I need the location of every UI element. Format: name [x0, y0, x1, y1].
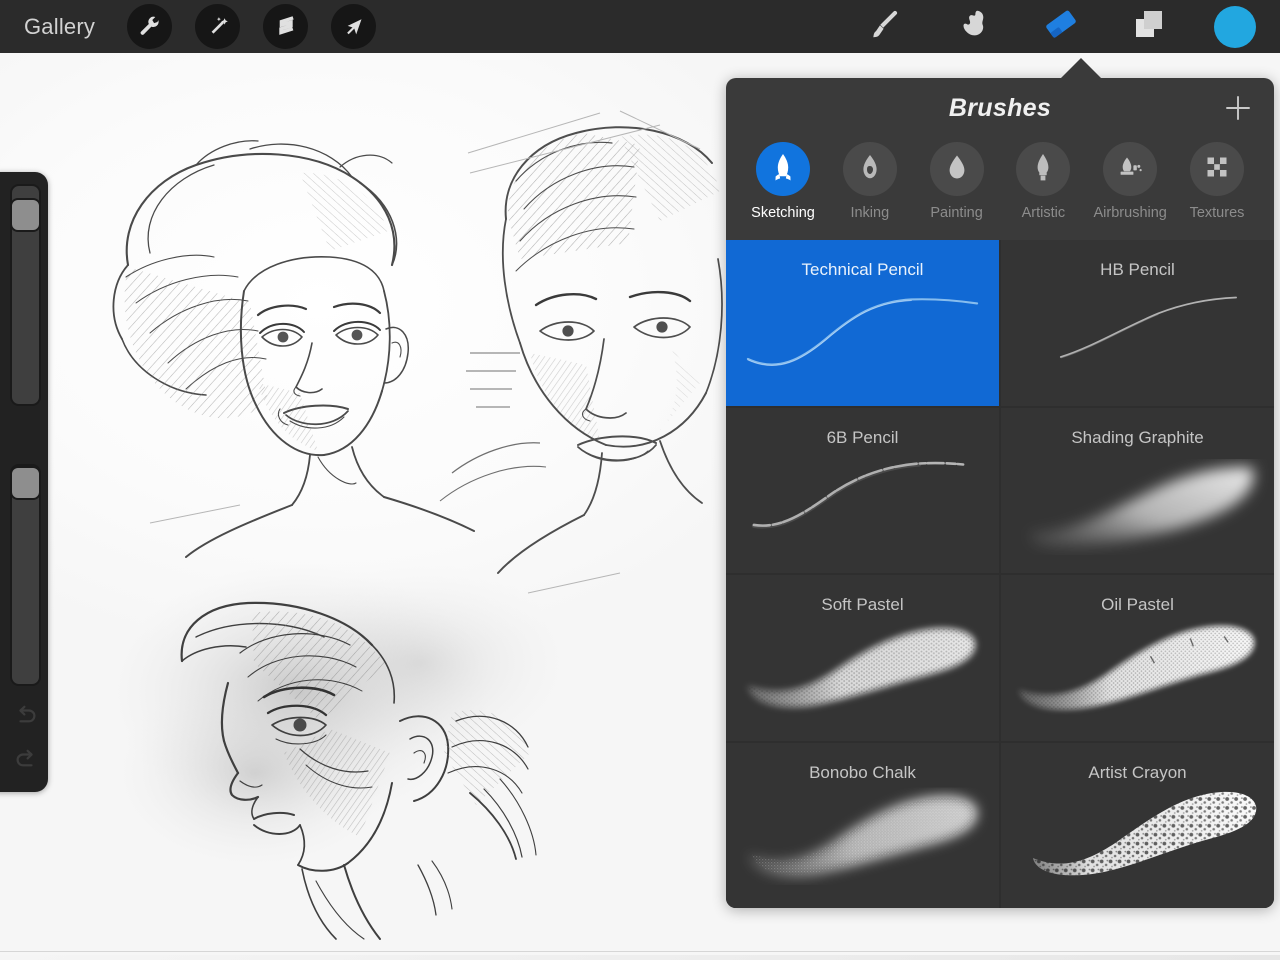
panel-title: Brushes: [949, 94, 1051, 123]
redo-button[interactable]: [10, 744, 42, 780]
right-tool-group: [862, 4, 1256, 50]
brush-stroke-preview: [1001, 408, 1274, 574]
adjustments-wand-icon: [206, 15, 230, 39]
category-tab-artistic[interactable]: Artistic: [1004, 142, 1082, 238]
brush-item-technical-pencil[interactable]: Technical Pencil: [726, 240, 999, 406]
category-label: Painting: [930, 205, 982, 221]
category-icon-wrap: [1103, 142, 1157, 196]
brush-stroke-preview: [726, 575, 999, 741]
layers-button[interactable]: [1126, 4, 1172, 50]
category-tab-painting[interactable]: Painting: [918, 142, 996, 238]
textures-squares-icon: [1204, 154, 1230, 185]
brush-list: Technical Pencil HB Pencil: [726, 240, 1274, 908]
selection-s-icon: [275, 15, 297, 39]
smudge-icon: [953, 4, 993, 49]
brush-item-soft-pastel[interactable]: Soft Pastel: [726, 575, 999, 741]
category-icon-wrap: [756, 142, 810, 196]
category-tab-sketching[interactable]: Sketching: [744, 142, 822, 238]
sketching-nib-icon: [770, 152, 796, 187]
brush-item-shading-graphite[interactable]: Shading Graphite: [1001, 408, 1274, 574]
undo-button[interactable]: [10, 700, 42, 736]
smudge-button[interactable]: [950, 4, 996, 50]
category-tab-textures[interactable]: Textures: [1178, 142, 1256, 238]
gallery-button[interactable]: Gallery: [24, 14, 95, 40]
color-swatch-button[interactable]: [1214, 6, 1256, 48]
brush-stroke-preview: [1001, 240, 1274, 406]
transform-button[interactable]: [331, 4, 376, 49]
paint-brush-icon: [865, 4, 905, 49]
category-label: Artistic: [1022, 205, 1066, 221]
redo-icon: [13, 749, 39, 776]
airbrush-icon: [1116, 153, 1144, 186]
opacity-slider[interactable]: [10, 464, 41, 686]
inking-nib-icon: [859, 153, 881, 186]
brush-stroke-preview: [726, 240, 999, 406]
eraser-button[interactable]: [1038, 4, 1084, 50]
canvas-edge-line: [0, 951, 1280, 952]
add-brush-button[interactable]: [1220, 92, 1256, 128]
top-toolbar: Gallery: [0, 0, 1280, 53]
brush-stroke-preview: [1001, 575, 1274, 741]
brush-item-6b-pencil[interactable]: 6B Pencil: [726, 408, 999, 574]
category-label: Airbrushing: [1094, 205, 1167, 221]
brush-size-thumb[interactable]: [10, 198, 41, 232]
brush-size-slider[interactable]: [10, 184, 41, 406]
left-sidebar: [0, 172, 48, 792]
brush-item-oil-pastel[interactable]: Oil Pastel: [1001, 575, 1274, 741]
layers-icon: [1129, 4, 1169, 49]
procreate-app: Gallery: [0, 0, 1280, 960]
category-icon-wrap: [1016, 142, 1070, 196]
category-tab-airbrushing[interactable]: Airbrushing: [1091, 142, 1169, 238]
brush-stroke-preview: [1001, 743, 1274, 909]
selection-button[interactable]: [263, 4, 308, 49]
brush-stroke-preview: [726, 743, 999, 909]
plus-icon: [1223, 93, 1253, 128]
opacity-thumb[interactable]: [10, 466, 41, 500]
panel-header: Brushes: [726, 78, 1274, 138]
actions-wrench-icon: [138, 15, 162, 39]
brush-item-hb-pencil[interactable]: HB Pencil: [1001, 240, 1274, 406]
painting-drop-icon: [945, 153, 969, 186]
left-tool-group: [127, 4, 376, 49]
transform-arrow-icon: [342, 15, 366, 39]
category-tab-inking[interactable]: Inking: [831, 142, 909, 238]
category-icon-wrap: [930, 142, 984, 196]
paint-brush-button[interactable]: [862, 4, 908, 50]
category-label: Textures: [1190, 205, 1245, 221]
brush-stroke-preview: [726, 408, 999, 574]
category-icon-wrap: [1190, 142, 1244, 196]
undo-icon: [13, 705, 39, 732]
category-icon-wrap: [843, 142, 897, 196]
adjustments-wand-button[interactable]: [195, 4, 240, 49]
brush-category-tabs: Sketching Inking: [726, 138, 1274, 238]
category-label: Sketching: [751, 205, 815, 221]
actions-wrench-button[interactable]: [127, 4, 172, 49]
eraser-icon: [1040, 3, 1082, 50]
category-label: Inking: [850, 205, 889, 221]
brushes-panel: Brushes: [726, 78, 1274, 908]
artistic-brush-icon: [1032, 152, 1054, 187]
brush-item-artist-crayon[interactable]: Artist Crayon: [1001, 743, 1274, 909]
brush-item-bonobo-chalk[interactable]: Bonobo Chalk: [726, 743, 999, 909]
panel-caret: [1060, 58, 1102, 79]
